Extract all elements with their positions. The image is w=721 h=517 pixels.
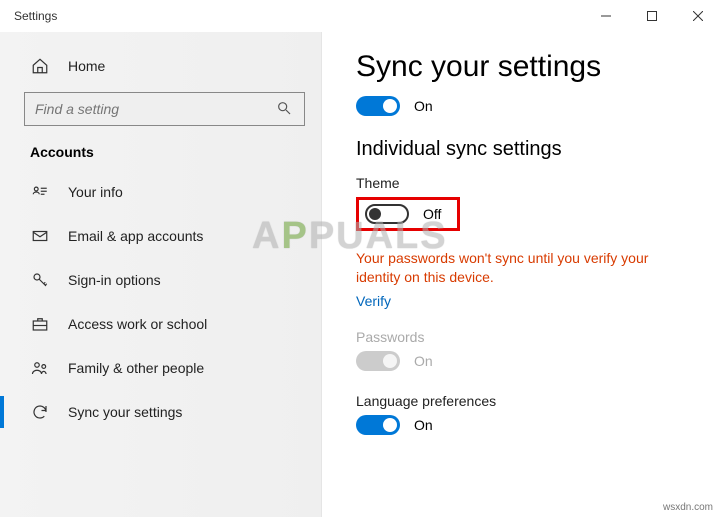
page-title: Sync your settings [356, 50, 693, 84]
titlebar: Settings [0, 0, 721, 32]
passwords-state: On [414, 353, 433, 369]
nav-signin-options[interactable]: Sign-in options [0, 258, 321, 302]
nav-label: Email & app accounts [68, 228, 203, 244]
nav-label: Your info [68, 184, 123, 200]
maximize-button[interactable] [629, 0, 675, 32]
theme-toggle[interactable] [365, 204, 409, 224]
minimize-button[interactable] [583, 0, 629, 32]
nav-home[interactable]: Home [0, 44, 321, 88]
individual-sync-heading: Individual sync settings [356, 138, 693, 161]
language-label: Language preferences [356, 393, 693, 409]
password-sync-warning: Your passwords won't sync until you veri… [356, 249, 676, 287]
window-controls [583, 0, 721, 32]
home-icon [30, 57, 50, 75]
nav-label: Access work or school [68, 316, 207, 332]
nav-home-label: Home [68, 58, 105, 74]
theme-toggle-highlight: Off [356, 197, 460, 231]
theme-state: Off [423, 206, 441, 222]
language-toggle[interactable] [356, 415, 400, 435]
window-title: Settings [14, 9, 57, 23]
mail-icon [30, 227, 50, 245]
minimize-icon [601, 11, 611, 21]
language-state: On [414, 417, 433, 433]
sidebar: Home Accounts Your info [0, 32, 322, 517]
search-input[interactable] [35, 101, 276, 117]
nav-family-people[interactable]: Family & other people [0, 346, 321, 390]
nav-label: Sign-in options [68, 272, 161, 288]
content-pane: Sync your settings On Individual sync se… [322, 32, 721, 517]
search-icon [276, 100, 294, 119]
close-button[interactable] [675, 0, 721, 32]
watermark-credit: wsxdn.com [663, 502, 713, 513]
verify-link[interactable]: Verify [356, 293, 693, 309]
nav-sync-settings[interactable]: Sync your settings [0, 390, 321, 434]
passwords-label: Passwords [356, 329, 693, 345]
people-icon [30, 359, 50, 377]
nav-label: Family & other people [68, 360, 204, 376]
passwords-toggle [356, 351, 400, 371]
search-input-wrap[interactable] [24, 92, 305, 126]
sync-master-state: On [414, 98, 433, 114]
theme-label: Theme [356, 175, 693, 191]
key-icon [30, 271, 50, 289]
briefcase-icon [30, 315, 50, 333]
maximize-icon [647, 11, 657, 21]
sidebar-section-accounts: Accounts [0, 138, 321, 170]
sync-icon [30, 403, 50, 421]
close-icon [693, 11, 703, 21]
nav-email-accounts[interactable]: Email & app accounts [0, 214, 321, 258]
sync-master-toggle[interactable] [356, 96, 400, 116]
nav-your-info[interactable]: Your info [0, 170, 321, 214]
nav-label: Sync your settings [68, 404, 182, 420]
person-card-icon [30, 183, 50, 201]
nav-access-work-school[interactable]: Access work or school [0, 302, 321, 346]
